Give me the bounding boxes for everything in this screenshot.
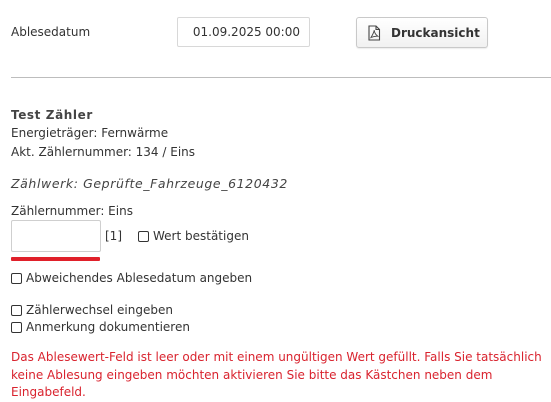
register-name: Zählwerk: Geprüfte_Fahrzeuge_6120432 [11,176,288,191]
reading-value-input[interactable] [11,220,101,252]
error-line-2: keine Ablesung eingeben möchten aktivier… [11,367,493,400]
document-note-label: Anmerkung dokumentieren [26,320,190,334]
meter-change-label: Zählerwechsel eingeben [26,303,173,317]
print-view-button[interactable]: Druckansicht [356,17,488,48]
document-note-row: Anmerkung dokumentieren [11,320,190,334]
different-date-row: Abweichendes Ablesedatum angeben [11,271,252,285]
confirm-value-checkbox[interactable] [138,230,149,242]
error-line-1: Das Ablesewert-Feld ist leer oder mit ei… [11,350,542,364]
pdf-icon [367,24,381,41]
confirm-value-label: Wert bestätigen [153,229,249,243]
different-date-label: Abweichendes Ablesedatum angeben [26,271,253,285]
current-meter-number-text: Akt. Zählernummer: 134 / Eins [11,145,196,159]
document-note-checkbox[interactable] [11,321,22,333]
meter-number-label: Zählernummer: Eins [11,204,133,218]
confirm-value-row: Wert bestätigen [138,229,249,243]
meter-change-row: Zählerwechsel eingeben [11,303,173,317]
reading-date-label: Ablesedatum [11,25,91,39]
different-date-checkbox[interactable] [11,272,22,284]
register-index: [1] [105,229,122,243]
print-view-label: Druckansicht [391,25,480,40]
divider [11,77,551,78]
meter-title: Test Zähler [11,108,93,122]
reading-date-input[interactable] [177,17,310,47]
energy-carrier-text: Energieträger: Fernwärme [11,126,169,140]
validation-error-message: Das Ablesewert-Feld ist leer oder mit ei… [11,349,551,402]
meter-change-checkbox[interactable] [11,304,22,316]
error-underline [11,257,100,261]
